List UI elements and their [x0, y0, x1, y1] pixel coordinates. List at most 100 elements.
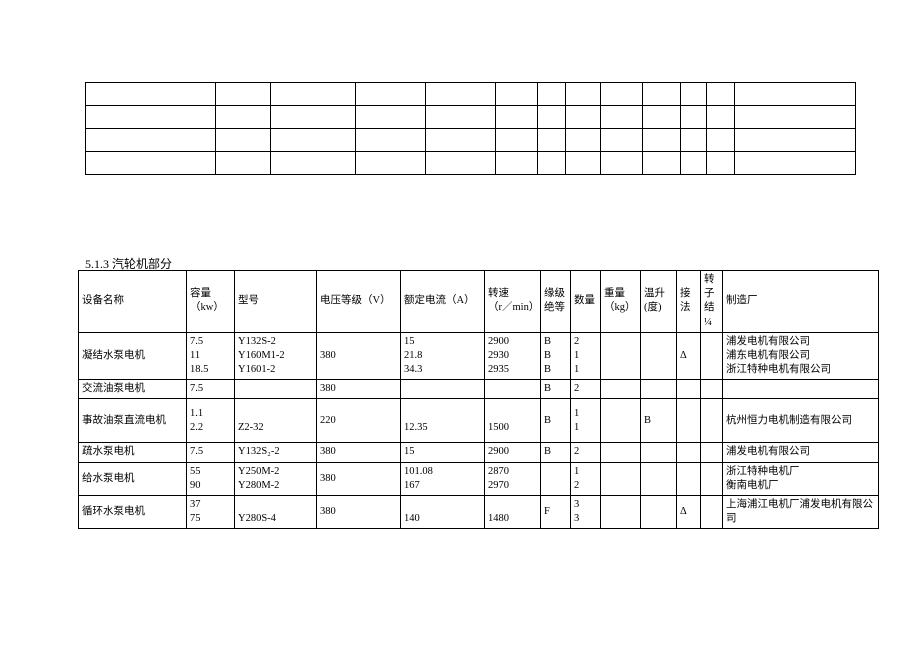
cell-speed: 2870 2970 [485, 462, 541, 495]
table-row: 事故油泵直流电机 1.1 2.2 Z2-32 220 12.35 1500 B … [79, 399, 879, 443]
cell-wiring: Δ [677, 332, 701, 380]
cell-wiring [677, 462, 701, 495]
cell-wiring: Δ [677, 495, 701, 528]
cell-temp: B [641, 399, 677, 443]
cell-mfr [723, 380, 879, 399]
cell-voltage: 220 [317, 399, 401, 443]
cell-name: 事故油泵直流电机 [79, 399, 187, 443]
col-temp: 温升 (度) [641, 271, 677, 333]
cell-rotor [701, 332, 723, 380]
cell-rotor [701, 462, 723, 495]
col-capacity: 容量 （kw） [187, 271, 235, 333]
cell-temp [641, 462, 677, 495]
cell-model: Y132S-2 Y160M1-2 Y1601-2 [235, 332, 317, 380]
cell-quantity: 1 2 [571, 462, 601, 495]
cell-temp [641, 380, 677, 399]
cell-wiring [677, 399, 701, 443]
cell-temp [641, 332, 677, 380]
cell-mfr: 上海浦江电机厂浦发电机有限公司 [723, 495, 879, 528]
cell-quantity: 2 [571, 443, 601, 462]
cell-weight [601, 380, 641, 399]
cell-rotor [701, 495, 723, 528]
cell-model: Y132S₂-2 [235, 443, 317, 462]
cell-wiring [677, 380, 701, 399]
cell-quantity: 2 [571, 380, 601, 399]
cell-voltage: 380 [317, 332, 401, 380]
cell-current: 140 [401, 495, 485, 528]
cell-name: 给水泵电机 [79, 462, 187, 495]
cell-speed [485, 380, 541, 399]
cell-mfr: 杭州恒力电机制造有限公司 [723, 399, 879, 443]
table-row: 凝结水泵电机 7.5 11 18.5 Y132S-2 Y160M1-2 Y160… [79, 332, 879, 380]
cell-current: 15 21.8 34.3 [401, 332, 485, 380]
top-empty-table [85, 82, 856, 175]
col-insulation: 缘级绝等 [541, 271, 571, 333]
cell-current: 12.35 [401, 399, 485, 443]
cell-speed: 2900 2930 2935 [485, 332, 541, 380]
col-mfr: 制造厂 [723, 271, 879, 333]
cell-capacity: 37 75 [187, 495, 235, 528]
cell-model: Y250M-2 Y280M-2 [235, 462, 317, 495]
col-weight: 重量 （kg） [601, 271, 641, 333]
cell-name: 凝结水泵电机 [79, 332, 187, 380]
cell-wiring [677, 443, 701, 462]
col-rotor: 转子结¼ [701, 271, 723, 333]
cell-voltage: 380 [317, 462, 401, 495]
cell-mfr: 浦发电机有限公司 浦东电机有限公司 浙江特种电机有限公司 [723, 332, 879, 380]
cell-quantity: 1 1 [571, 399, 601, 443]
cell-insulation: B [541, 399, 571, 443]
cell-temp [641, 443, 677, 462]
table-row: 循环水泵电机 37 75 Y280S-4 380 140 1480 F 3 3 … [79, 495, 879, 528]
cell-weight [601, 443, 641, 462]
col-voltage: 电压等级（V） [317, 271, 401, 333]
cell-rotor [701, 443, 723, 462]
cell-capacity: 55 90 [187, 462, 235, 495]
cell-voltage: 380 [317, 495, 401, 528]
cell-capacity: 1.1 2.2 [187, 399, 235, 443]
cell-insulation: B [541, 443, 571, 462]
cell-capacity: 7.5 [187, 443, 235, 462]
turbine-motor-table: 设备名称 容量 （kw） 型号 电压等级（V） 额定电流（A） 转速 （r／mi… [78, 270, 879, 529]
cell-current: 15 [401, 443, 485, 462]
cell-rotor [701, 380, 723, 399]
cell-capacity: 7.5 [187, 380, 235, 399]
cell-quantity: 3 3 [571, 495, 601, 528]
table-row: 疏水泵电机 7.5 Y132S₂-2 380 15 2900 B 2 浦发电机有… [79, 443, 879, 462]
table-row: 交流油泵电机 7.5 380 B 2 [79, 380, 879, 399]
cell-model [235, 380, 317, 399]
cell-temp [641, 495, 677, 528]
col-quantity: 数量 [571, 271, 601, 333]
cell-name: 循环水泵电机 [79, 495, 187, 528]
col-wiring: 接法 [677, 271, 701, 333]
cell-capacity: 7.5 11 18.5 [187, 332, 235, 380]
cell-mfr: 浙江特种电机厂 衡南电机厂 [723, 462, 879, 495]
cell-current: 101.08 167 [401, 462, 485, 495]
cell-name: 交流油泵电机 [79, 380, 187, 399]
cell-rotor [701, 399, 723, 443]
table-row: 给水泵电机 55 90 Y250M-2 Y280M-2 380 101.08 1… [79, 462, 879, 495]
col-speed: 转速 （r／min） [485, 271, 541, 333]
cell-weight [601, 462, 641, 495]
cell-speed: 1480 [485, 495, 541, 528]
cell-model: Z2-32 [235, 399, 317, 443]
cell-insulation [541, 462, 571, 495]
col-name: 设备名称 [79, 271, 187, 333]
cell-current [401, 380, 485, 399]
cell-name: 疏水泵电机 [79, 443, 187, 462]
cell-quantity: 2 1 1 [571, 332, 601, 380]
cell-speed: 1500 [485, 399, 541, 443]
cell-weight [601, 495, 641, 528]
cell-weight [601, 399, 641, 443]
cell-model: Y280S-4 [235, 495, 317, 528]
cell-insulation: F [541, 495, 571, 528]
col-model: 型号 [235, 271, 317, 333]
cell-voltage: 380 [317, 380, 401, 399]
cell-mfr: 浦发电机有限公司 [723, 443, 879, 462]
cell-insulation: B [541, 380, 571, 399]
cell-voltage: 380 [317, 443, 401, 462]
cell-speed: 2900 [485, 443, 541, 462]
cell-insulation: B B B [541, 332, 571, 380]
col-current: 额定电流（A） [401, 271, 485, 333]
cell-weight [601, 332, 641, 380]
header-row: 设备名称 容量 （kw） 型号 电压等级（V） 额定电流（A） 转速 （r／mi… [79, 271, 879, 333]
